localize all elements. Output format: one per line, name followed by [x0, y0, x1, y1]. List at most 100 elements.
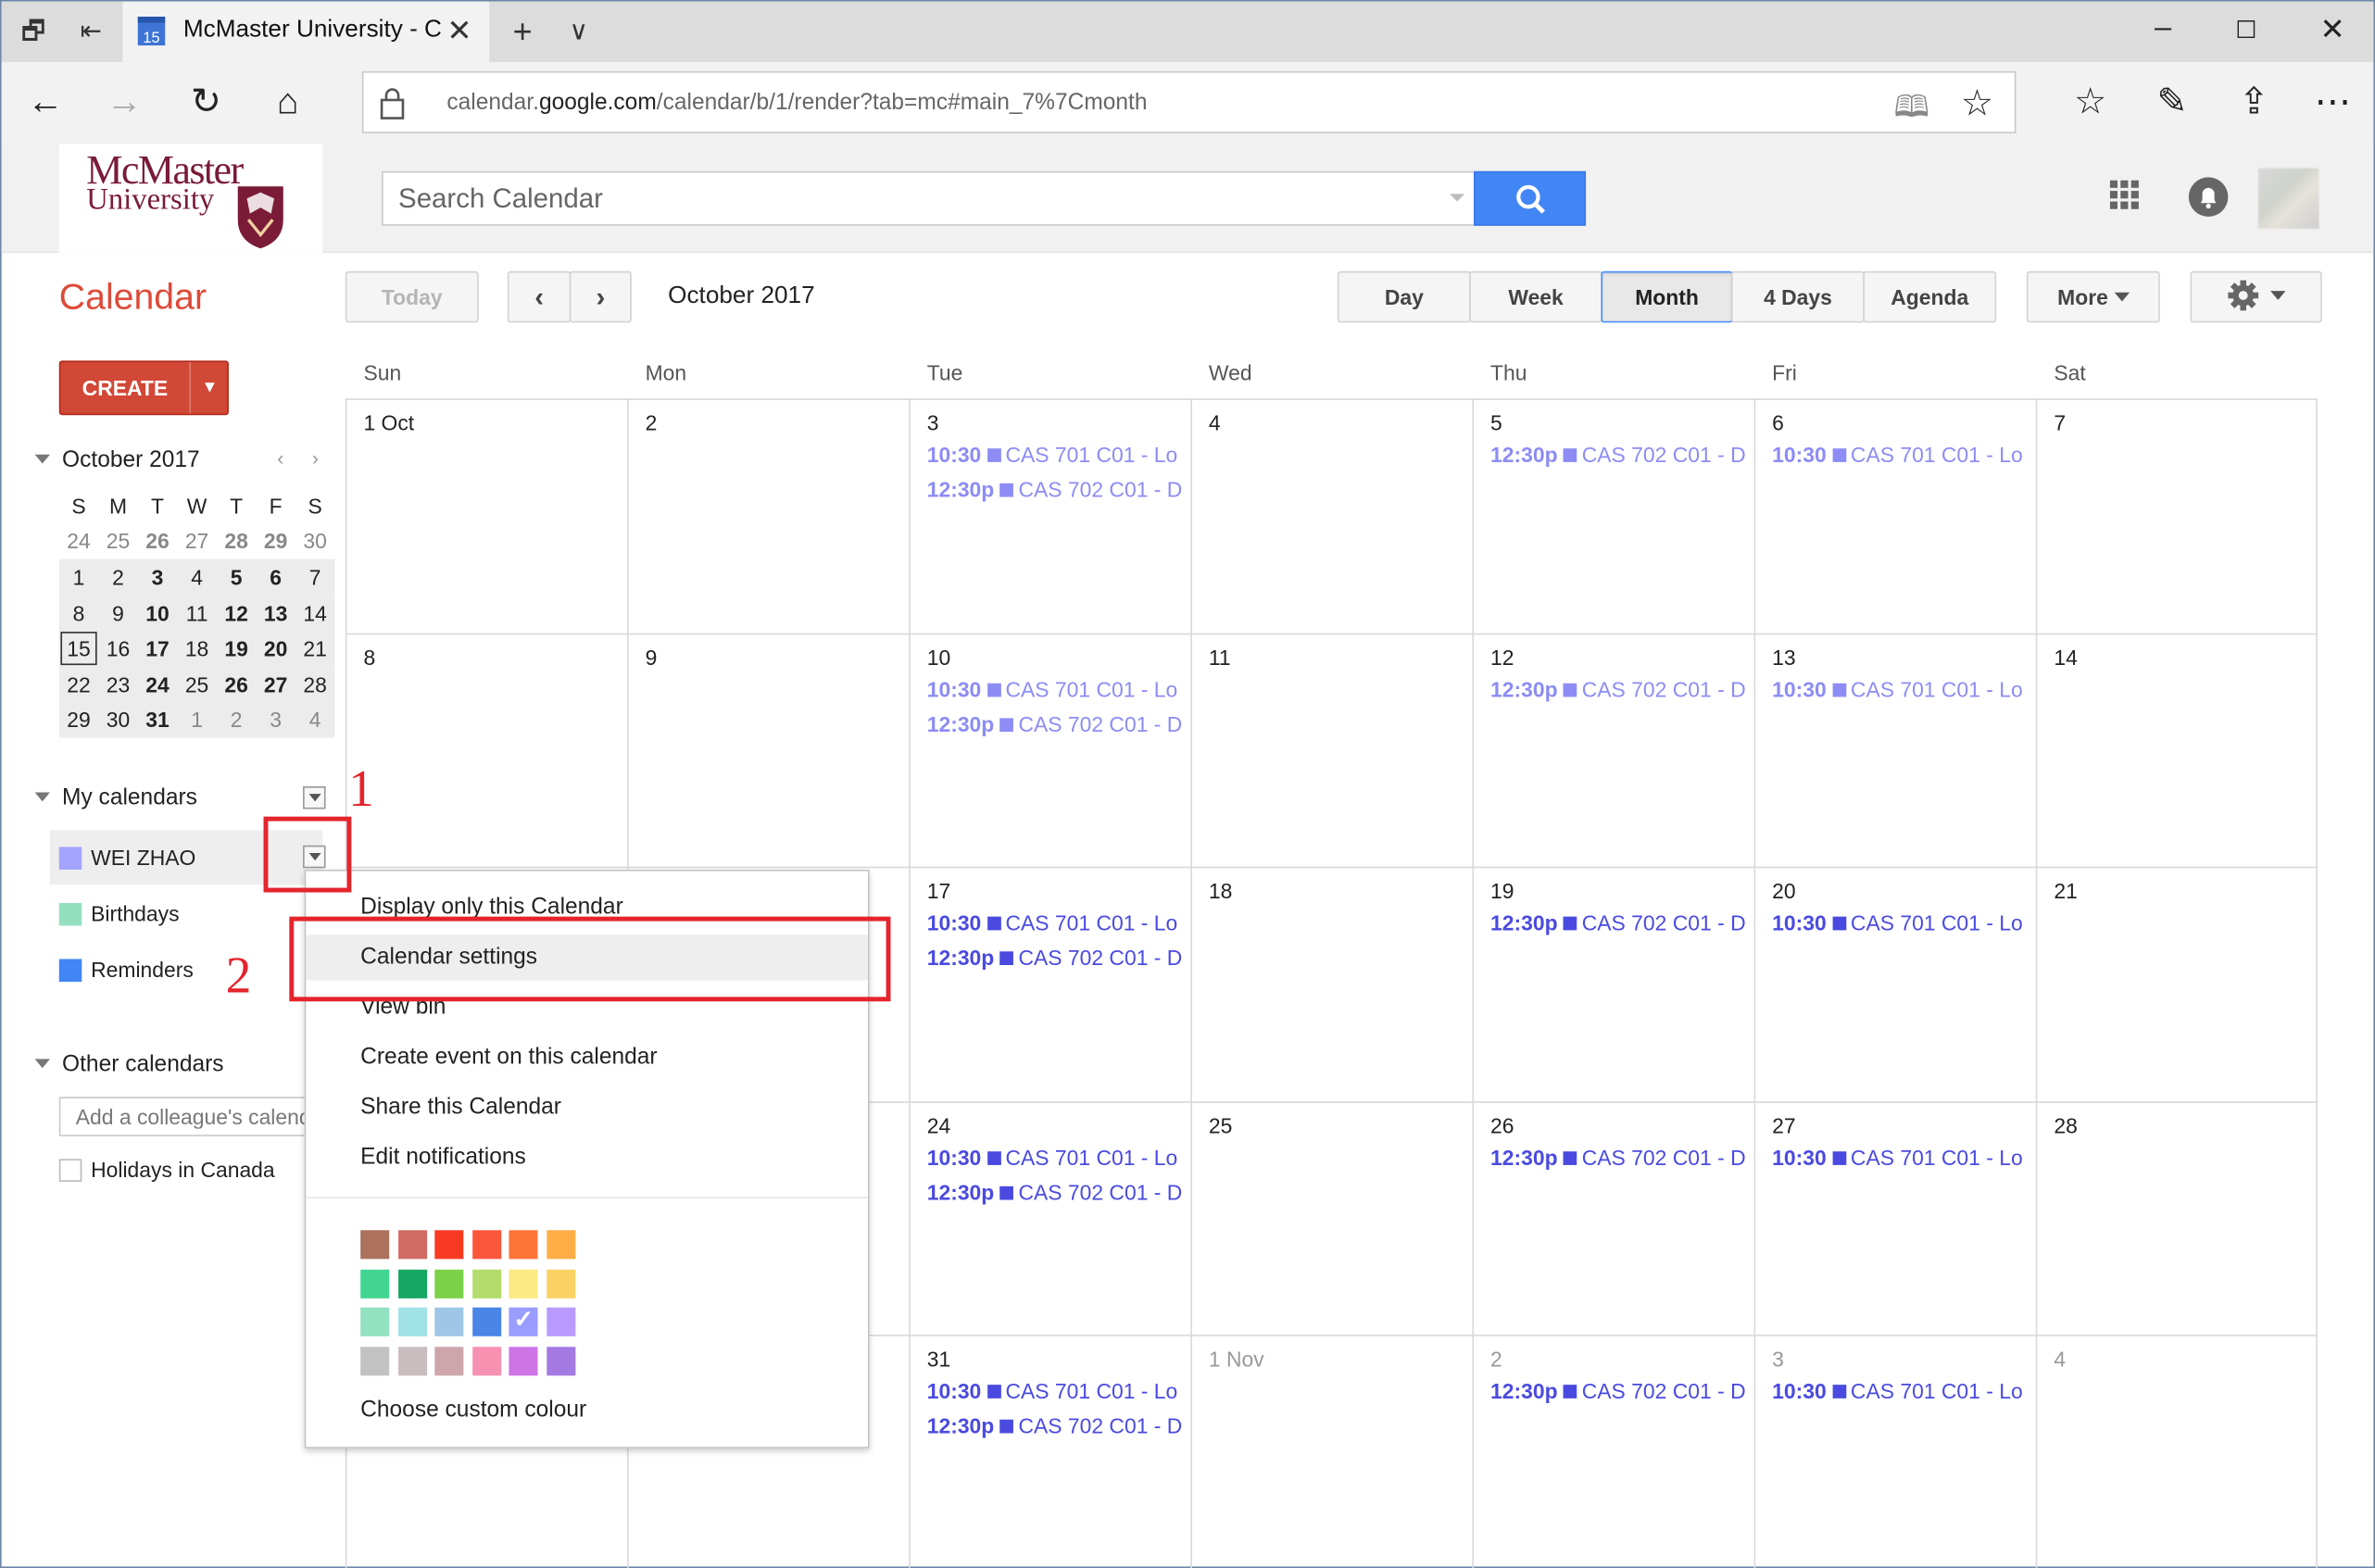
mini-day[interactable]: 9 — [98, 595, 138, 632]
mini-day[interactable]: 22 — [58, 666, 99, 703]
mini-prev-month-icon[interactable]: ‹ — [277, 447, 283, 470]
view-day-button[interactable]: Day — [1337, 270, 1471, 323]
mini-day[interactable]: 4 — [295, 702, 335, 738]
add-colleague-calendar-input[interactable] — [60, 1098, 316, 1135]
my-calendars-header[interactable]: My calendars — [34, 784, 197, 810]
more-button[interactable]: More — [2026, 270, 2160, 323]
favorite-star-icon[interactable]: ☆ — [1961, 82, 1993, 125]
color-swatch[interactable] — [471, 1268, 501, 1298]
event-chip[interactable]: 12:30p CAS 702 C01 - D — [1490, 443, 1753, 473]
menu-custom-colour[interactable]: Choose custom colour — [306, 1387, 868, 1433]
day-cell[interactable] — [1472, 1336, 1753, 1568]
mini-day[interactable]: 20 — [256, 631, 295, 667]
forward-icon[interactable]: → — [102, 82, 147, 127]
color-swatch[interactable] — [546, 1346, 575, 1375]
add-colleague-calendar-box[interactable] — [58, 1097, 317, 1136]
mini-next-month-icon[interactable]: › — [312, 447, 319, 470]
mini-day[interactable]: 27 — [177, 523, 217, 559]
other-calendars-header[interactable]: Other calendars — [34, 1051, 224, 1077]
home-icon[interactable]: ⌂ — [265, 82, 310, 127]
color-swatch[interactable] — [546, 1230, 575, 1260]
mini-day[interactable]: 8 — [58, 595, 99, 632]
color-swatch[interactable] — [471, 1346, 501, 1375]
event-chip[interactable]: 10:30 CAS 701 C01 - Lo — [1772, 1379, 2034, 1410]
event-chip[interactable]: 10:30 CAS 701 C01 - Lo — [1772, 1145, 2034, 1175]
mini-day[interactable]: 2 — [98, 558, 138, 596]
day-cell[interactable] — [627, 398, 909, 633]
day-cell[interactable] — [2036, 398, 2318, 633]
today-button[interactable]: Today — [345, 270, 479, 323]
mini-day[interactable]: 2 — [216, 702, 257, 738]
color-swatch[interactable] — [471, 1307, 501, 1336]
event-chip[interactable]: 12:30p CAS 702 C01 - D — [1490, 1379, 1753, 1410]
account-avatar[interactable] — [2258, 168, 2319, 230]
new-tab-icon[interactable]: + — [506, 15, 539, 48]
window-close-icon[interactable]: ✕ — [2311, 10, 2354, 48]
my-calendars-dropdown-icon[interactable] — [303, 785, 326, 809]
view-week-button[interactable]: Week — [1469, 270, 1603, 323]
share-icon[interactable]: ⇪ — [2231, 82, 2277, 127]
mini-day[interactable]: 10 — [137, 595, 178, 632]
color-swatch[interactable] — [360, 1346, 390, 1375]
mini-day[interactable]: 19 — [216, 631, 257, 667]
day-cell[interactable] — [1472, 398, 1753, 633]
color-swatch[interactable] — [360, 1307, 390, 1336]
mini-day[interactable]: 31 — [137, 702, 178, 738]
event-chip[interactable]: 12:30p CAS 702 C01 - D — [1490, 1145, 1753, 1175]
color-swatch[interactable] — [397, 1307, 427, 1336]
day-cell[interactable] — [1754, 1336, 2036, 1568]
mini-day[interactable]: 1 — [58, 558, 99, 596]
color-swatch[interactable] — [509, 1230, 538, 1260]
day-cell[interactable] — [1190, 398, 1472, 633]
maximize-icon[interactable]: ☐ — [2225, 15, 2268, 45]
minimize-icon[interactable]: – — [2142, 10, 2184, 45]
event-chip[interactable]: 10:30 CAS 701 C01 - Lo — [927, 1379, 1189, 1410]
mini-day[interactable]: 16 — [98, 631, 138, 667]
selected-color-swatch[interactable] — [509, 1304, 538, 1336]
day-cell[interactable] — [909, 398, 1190, 633]
menu-edit-notifications[interactable]: Edit notifications — [306, 1135, 868, 1180]
mini-day[interactable]: 1 — [177, 702, 217, 738]
color-swatch[interactable] — [360, 1268, 390, 1298]
web-note-pen-icon[interactable]: ✎ — [2149, 82, 2194, 127]
color-swatch[interactable] — [546, 1268, 575, 1298]
mini-day[interactable]: 17 — [137, 631, 178, 667]
event-chip[interactable]: 12:30p CAS 702 C01 - D — [1490, 910, 1753, 941]
mini-day[interactable]: 15 — [58, 631, 99, 667]
mini-day[interactable]: 14 — [295, 595, 335, 632]
favorites-hub-icon[interactable]: ☆ — [2067, 82, 2113, 127]
search-box[interactable] — [382, 170, 1476, 226]
color-swatch[interactable] — [471, 1230, 501, 1260]
mini-day[interactable]: 21 — [295, 631, 335, 667]
color-swatch[interactable] — [509, 1268, 538, 1298]
day-cell[interactable] — [1190, 633, 1472, 867]
mini-day[interactable]: 3 — [256, 702, 295, 738]
back-icon[interactable]: ← — [23, 82, 69, 127]
event-chip[interactable]: 10:30 CAS 701 C01 - Lo — [927, 1145, 1189, 1175]
day-cell[interactable] — [627, 633, 909, 867]
mini-day[interactable]: 23 — [98, 666, 138, 703]
mini-day[interactable]: 28 — [295, 666, 335, 703]
tab-list-icon[interactable]: 🗗 — [17, 15, 50, 48]
event-chip[interactable]: 12:30p CAS 702 C01 - D — [927, 477, 1189, 508]
event-chip[interactable]: 10:30 CAS 701 C01 - Lo — [927, 677, 1189, 708]
refresh-icon[interactable]: ↻ — [183, 82, 229, 127]
event-chip[interactable]: 12:30p CAS 702 C01 - D — [927, 1414, 1189, 1445]
reading-view-icon[interactable]: 🕮 — [1894, 85, 1930, 137]
search-button[interactable] — [1474, 170, 1587, 226]
mini-day[interactable]: 12 — [216, 595, 257, 632]
mini-day[interactable]: 24 — [137, 666, 178, 703]
event-chip[interactable]: 12:30p CAS 702 C01 - D — [1490, 677, 1753, 708]
color-swatch[interactable] — [397, 1268, 427, 1298]
event-chip[interactable]: 12:30p CAS 702 C01 - D — [927, 1180, 1189, 1210]
mini-day[interactable]: 25 — [177, 666, 217, 703]
mini-day[interactable]: 7 — [295, 558, 335, 596]
mini-day[interactable]: 29 — [58, 702, 99, 738]
holidays-checkbox[interactable] — [58, 1159, 82, 1182]
color-swatch[interactable] — [546, 1307, 575, 1336]
mini-day[interactable]: 28 — [217, 523, 257, 559]
event-chip[interactable]: 10:30 CAS 701 C01 - Lo — [927, 443, 1189, 473]
create-options-arrow-icon[interactable]: ▼ — [191, 362, 229, 414]
color-swatch[interactable] — [434, 1268, 464, 1298]
mini-calendar-header[interactable]: October 2017 — [34, 447, 200, 472]
